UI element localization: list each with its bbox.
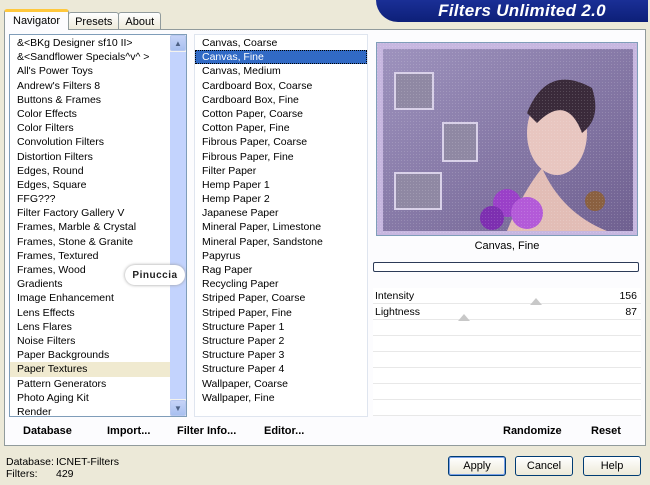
filter-item[interactable]: Structure Paper 2: [195, 334, 367, 348]
filter-item[interactable]: Mineral Paper, Sandstone: [195, 235, 367, 249]
category-item[interactable]: Noise Filters: [10, 334, 186, 348]
import-button[interactable]: Import...: [107, 425, 150, 437]
filter-item[interactable]: Canvas, Coarse: [195, 36, 367, 50]
category-item[interactable]: Paper Backgrounds: [10, 348, 186, 362]
watermark-logo: Pinuccia: [125, 265, 185, 285]
reset-button[interactable]: Reset: [591, 425, 621, 437]
category-scrollbar[interactable]: ▲ ▼: [170, 35, 186, 416]
category-item[interactable]: All's Power Toys: [10, 64, 186, 78]
filter-item[interactable]: Wallpaper, Coarse: [195, 377, 367, 391]
category-item[interactable]: Distortion Filters: [10, 150, 186, 164]
tab-navigator[interactable]: Navigator: [4, 9, 70, 30]
lightness-value: 87: [625, 306, 637, 318]
filter-item[interactable]: Wallpaper, Fine: [195, 391, 367, 405]
preview-image: [376, 42, 638, 236]
category-item[interactable]: Photo Aging Kit: [10, 391, 186, 405]
filter-item[interactable]: Rag Paper: [195, 263, 367, 277]
database-label: Database:: [6, 456, 54, 468]
category-item[interactable]: Edges, Round: [10, 164, 186, 178]
category-item[interactable]: Frames, Marble & Crystal: [10, 220, 186, 234]
category-list[interactable]: &<BKg Designer sf10 II> &<Sandflower Spec…: [9, 34, 187, 417]
apply-button[interactable]: Apply: [448, 456, 506, 476]
progress-bar: [373, 262, 639, 272]
category-item[interactable]: Paper Textures: [10, 362, 186, 377]
filter-item[interactable]: Mineral Paper, Limestone: [195, 220, 367, 234]
filter-item[interactable]: Canvas, Medium: [195, 64, 367, 78]
filter-item[interactable]: Canvas, Fine: [195, 50, 367, 65]
app-banner: Filters Unlimited 2.0: [376, 0, 648, 22]
database-value: ICNET-Filters: [56, 456, 119, 468]
category-item[interactable]: Convolution Filters: [10, 135, 186, 149]
help-button[interactable]: Help: [583, 456, 641, 476]
database-button[interactable]: Database: [23, 425, 72, 437]
empty-slider-row: [373, 400, 641, 416]
category-item[interactable]: Frames, Stone & Granite: [10, 235, 186, 249]
category-item[interactable]: Image Enhancement: [10, 291, 186, 305]
intensity-value: 156: [619, 290, 637, 302]
empty-slider-row: [373, 368, 641, 384]
editor-button[interactable]: Editor...: [264, 425, 304, 437]
scroll-down-icon[interactable]: ▼: [170, 400, 186, 416]
filter-item[interactable]: Fibrous Paper, Coarse: [195, 135, 367, 149]
slider-area: Intensity 156 Lightness 87: [373, 288, 641, 416]
category-item[interactable]: Filter Factory Gallery V: [10, 206, 186, 220]
filter-item[interactable]: Papyrus: [195, 249, 367, 263]
filter-item[interactable]: Hemp Paper 2: [195, 192, 367, 206]
filter-list[interactable]: Canvas, Coarse Canvas, Fine Canvas, Medium…: [194, 34, 368, 417]
category-item[interactable]: Buttons & Frames: [10, 93, 186, 107]
empty-slider-row: [373, 384, 641, 400]
empty-slider-row: [373, 352, 641, 368]
category-item[interactable]: Pattern Generators: [10, 377, 186, 391]
category-item[interactable]: &<Sandflower Specials^v^ >: [10, 50, 186, 64]
lightness-label: Lightness: [375, 306, 420, 318]
scroll-track[interactable]: [170, 52, 186, 399]
empty-slider-row: [373, 336, 641, 352]
filter-item[interactable]: Cotton Paper, Fine: [195, 121, 367, 135]
intensity-slider[interactable]: Intensity 156: [373, 288, 641, 305]
empty-slider-row: [373, 320, 641, 336]
category-item[interactable]: Lens Flares: [10, 320, 186, 334]
category-item[interactable]: Color Filters: [10, 121, 186, 135]
app-title: Filters Unlimited 2.0: [438, 1, 606, 20]
intensity-label: Intensity: [375, 290, 415, 302]
filter-item[interactable]: Cardboard Box, Coarse: [195, 79, 367, 93]
filter-item[interactable]: Recycling Paper: [195, 277, 367, 291]
filters-count: 429: [56, 468, 74, 480]
filter-item[interactable]: Striped Paper, Coarse: [195, 291, 367, 305]
category-item[interactable]: &<BKg Designer sf10 II>: [10, 36, 186, 50]
filters-label: Filters:: [6, 468, 38, 480]
filter-info-button[interactable]: Filter Info...: [177, 425, 236, 437]
filter-item[interactable]: Structure Paper 4: [195, 362, 367, 376]
category-item[interactable]: FFG???: [10, 192, 186, 206]
status-info: Database: ICNET-Filters Filters: 429: [6, 456, 119, 480]
category-item[interactable]: Lens Effects: [10, 306, 186, 320]
lightness-slider[interactable]: Lightness 87: [373, 304, 641, 321]
tab-presets[interactable]: Presets: [68, 12, 120, 30]
category-item[interactable]: Color Effects: [10, 107, 186, 121]
filter-item[interactable]: Fibrous Paper, Fine: [195, 150, 367, 164]
filter-item[interactable]: Hemp Paper 1: [195, 178, 367, 192]
filter-name-caption: Canvas, Fine: [474, 240, 540, 252]
filter-item[interactable]: Striped Paper, Fine: [195, 306, 367, 320]
filter-item[interactable]: Filter Paper: [195, 164, 367, 178]
navigator-panel: &<BKg Designer sf10 II> &<Sandflower Spec…: [4, 29, 646, 446]
filter-item[interactable]: Cotton Paper, Coarse: [195, 107, 367, 121]
category-item[interactable]: Render: [10, 405, 186, 416]
filter-item[interactable]: Structure Paper 3: [195, 348, 367, 362]
tab-about[interactable]: About: [118, 12, 162, 30]
filter-item[interactable]: Japanese Paper: [195, 206, 367, 220]
cancel-button[interactable]: Cancel: [515, 456, 573, 476]
scroll-up-icon[interactable]: ▲: [170, 35, 186, 51]
category-item[interactable]: Edges, Square: [10, 178, 186, 192]
randomize-button[interactable]: Randomize: [503, 425, 562, 437]
category-item[interactable]: Frames, Textured: [10, 249, 186, 263]
filter-item[interactable]: Cardboard Box, Fine: [195, 93, 367, 107]
bottom-toolbar: Database Import... Filter Info... Editor…: [9, 422, 643, 442]
category-item[interactable]: Andrew's Filters 8: [10, 79, 186, 93]
filter-item[interactable]: Structure Paper 1: [195, 320, 367, 334]
tab-strip: Navigator Presets About: [4, 9, 162, 30]
